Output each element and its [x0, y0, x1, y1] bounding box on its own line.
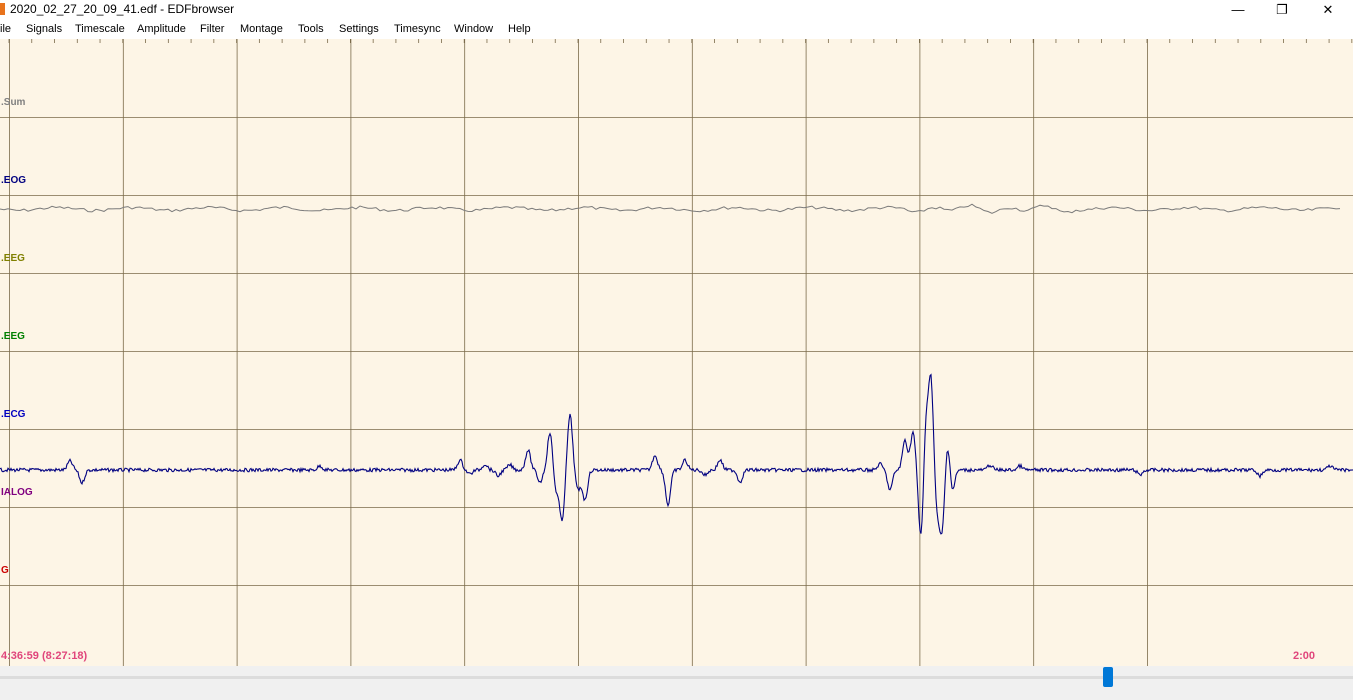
menu-timescale[interactable]: Timescale	[75, 23, 125, 35]
signal-label-eog[interactable]: .EOG	[1, 175, 26, 186]
app-icon	[0, 3, 5, 15]
signal-label-ecg[interactable]: .ECG	[1, 409, 25, 420]
menu-bar: ile Signals Timescale Amplitude Filter M…	[0, 19, 1353, 39]
signal-label-g[interactable]: G	[1, 565, 9, 576]
signal-label-eeg-2[interactable]: .EEG	[1, 331, 25, 342]
eog-trace	[0, 203, 1341, 214]
menu-file[interactable]: ile	[0, 23, 11, 35]
menu-tools[interactable]: Tools	[298, 23, 324, 35]
menu-settings[interactable]: Settings	[339, 23, 379, 35]
signal-label-eeg-1[interactable]: .EEG	[1, 253, 25, 264]
close-button[interactable]: ✕	[1305, 0, 1351, 19]
scroll-track[interactable]	[0, 676, 1353, 679]
start-time-readout: 4:36:59 (8:27:18)	[1, 650, 88, 662]
signal-canvas[interactable]	[0, 39, 1353, 666]
menu-help[interactable]: Help	[508, 23, 531, 35]
window-title: 2020_02_27_20_09_41.edf - EDFbrowser	[10, 2, 235, 16]
title-bar: 2020_02_27_20_09_41.edf - EDFbrowser — ❐…	[0, 0, 1353, 19]
menu-timesync[interactable]: Timesync	[394, 23, 441, 35]
horizontal-scrollbar[interactable]	[0, 666, 1353, 700]
end-time-readout: 2:00	[1293, 650, 1316, 662]
scroll-handle[interactable]	[1103, 667, 1113, 687]
restore-button[interactable]: ❐	[1259, 0, 1305, 19]
signal-label-ialog[interactable]: IALOG	[1, 487, 33, 498]
signal-view[interactable]: .Sum .EOG .EEG .EEG .ECG IALOG G 4:36:59…	[0, 39, 1353, 666]
menu-montage[interactable]: Montage	[240, 23, 283, 35]
signal-label-sum[interactable]: .Sum	[1, 97, 25, 108]
ecg-trace	[0, 373, 1353, 535]
menu-signals[interactable]: Signals	[26, 23, 62, 35]
menu-filter[interactable]: Filter	[200, 23, 224, 35]
menu-window[interactable]: Window	[454, 23, 493, 35]
menu-amplitude[interactable]: Amplitude	[137, 23, 186, 35]
minimize-button[interactable]: —	[1215, 0, 1261, 19]
